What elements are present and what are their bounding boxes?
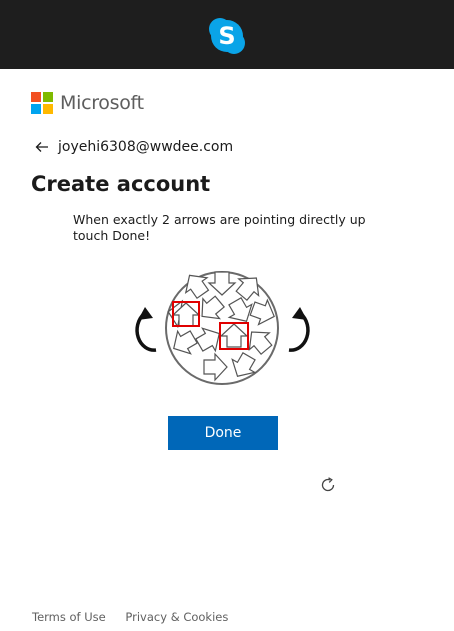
- page-title: Create account: [31, 172, 211, 196]
- skype-icon: S: [209, 18, 245, 54]
- footer: Terms of Use Privacy & Cookies: [32, 610, 244, 624]
- done-button[interactable]: Done: [168, 416, 278, 450]
- reload-icon[interactable]: [319, 476, 337, 494]
- privacy-cookies-link[interactable]: Privacy & Cookies: [125, 610, 228, 624]
- microsoft-logo-icon: [31, 92, 53, 114]
- selected-arrow-box: [219, 322, 249, 350]
- terms-of-use-link[interactable]: Terms of Use: [32, 610, 106, 624]
- account-email: joyehi6308@wwdee.com: [58, 139, 234, 155]
- challenge-instruction: When exactly 2 arrows are pointing direc…: [73, 212, 366, 243]
- rotate-left-icon[interactable]: [132, 300, 166, 360]
- back-row: joyehi6308@wwdee.com: [35, 137, 233, 157]
- selected-arrow-box: [172, 301, 200, 327]
- svg-text:S: S: [218, 22, 235, 50]
- top-bar: S: [0, 0, 454, 69]
- rotate-right-icon[interactable]: [279, 300, 313, 360]
- microsoft-wordmark: Microsoft: [60, 92, 144, 114]
- back-arrow-icon[interactable]: [35, 140, 49, 154]
